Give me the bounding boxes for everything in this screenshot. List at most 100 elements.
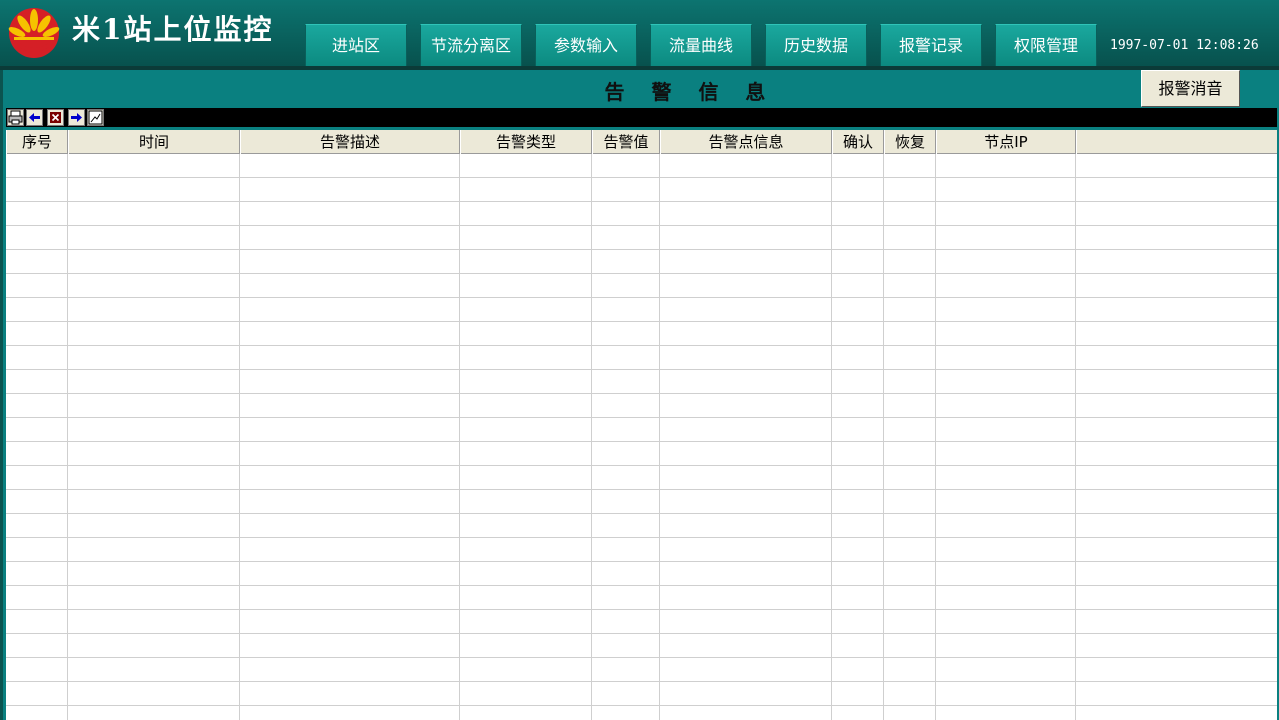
printer-icon[interactable] bbox=[7, 109, 24, 126]
table-row[interactable] bbox=[6, 298, 1277, 322]
column-header-time[interactable]: 时间 bbox=[68, 130, 240, 154]
nav-button-throttle-separation[interactable]: 节流分离区 bbox=[420, 24, 522, 67]
table-cell bbox=[592, 178, 660, 201]
nav-button-permission-management[interactable]: 权限管理 bbox=[995, 24, 1097, 67]
table-cell bbox=[660, 226, 832, 249]
export-icon[interactable] bbox=[87, 109, 104, 126]
table-row[interactable] bbox=[6, 154, 1277, 178]
arrow-left-icon[interactable] bbox=[26, 109, 43, 126]
table-cell bbox=[68, 418, 240, 441]
table-row[interactable] bbox=[6, 370, 1277, 394]
table-cell bbox=[460, 322, 592, 345]
table-cell bbox=[460, 562, 592, 585]
table-cell bbox=[660, 658, 832, 681]
table-row[interactable] bbox=[6, 274, 1277, 298]
table-row[interactable] bbox=[6, 562, 1277, 586]
table-cell bbox=[6, 658, 68, 681]
table-row[interactable] bbox=[6, 514, 1277, 538]
table-cell bbox=[460, 658, 592, 681]
nav-button-inbound[interactable]: 进站区 bbox=[305, 24, 407, 67]
table-cell bbox=[936, 538, 1076, 561]
alarm-table: 序号 时间 告警描述 告警类型 告警值 告警点信息 确认 恢复 节点IP bbox=[6, 130, 1277, 720]
table-row[interactable] bbox=[6, 394, 1277, 418]
table-row[interactable] bbox=[6, 634, 1277, 658]
nav-button-alarm-record[interactable]: 报警记录 bbox=[880, 24, 982, 67]
alarm-toolbar bbox=[6, 108, 1277, 127]
table-cell bbox=[68, 466, 240, 489]
table-row[interactable] bbox=[6, 466, 1277, 490]
table-cell bbox=[884, 538, 936, 561]
table-row[interactable] bbox=[6, 178, 1277, 202]
table-cell bbox=[460, 514, 592, 537]
column-header-description[interactable]: 告警描述 bbox=[240, 130, 460, 154]
table-row[interactable] bbox=[6, 226, 1277, 250]
table-cell bbox=[240, 586, 460, 609]
column-header-value[interactable]: 告警值 bbox=[592, 130, 660, 154]
table-cell bbox=[936, 682, 1076, 705]
table-row[interactable] bbox=[6, 418, 1277, 442]
app-title: 米1站上位监控 bbox=[72, 13, 274, 46]
table-cell bbox=[936, 442, 1076, 465]
table-row[interactable] bbox=[6, 706, 1277, 720]
table-row[interactable] bbox=[6, 586, 1277, 610]
table-row[interactable] bbox=[6, 202, 1277, 226]
table-cell bbox=[660, 154, 832, 177]
table-cell bbox=[936, 250, 1076, 273]
alarm-silence-button[interactable]: 报警消音 bbox=[1141, 70, 1240, 107]
table-cell bbox=[660, 538, 832, 561]
table-cell bbox=[68, 202, 240, 225]
table-cell bbox=[460, 490, 592, 513]
table-cell bbox=[460, 346, 592, 369]
table-row[interactable] bbox=[6, 322, 1277, 346]
column-header-type[interactable]: 告警类型 bbox=[460, 130, 592, 154]
header-divider bbox=[0, 66, 1279, 70]
table-cell bbox=[660, 346, 832, 369]
table-cell bbox=[884, 226, 936, 249]
table-cell bbox=[832, 514, 884, 537]
table-cell bbox=[68, 634, 240, 657]
table-row[interactable] bbox=[6, 490, 1277, 514]
nav-button-parameter-input[interactable]: 参数输入 bbox=[535, 24, 637, 67]
close-icon[interactable] bbox=[47, 109, 64, 126]
table-row[interactable] bbox=[6, 658, 1277, 682]
table-cell bbox=[68, 346, 240, 369]
nav-button-history-data[interactable]: 历史数据 bbox=[765, 24, 867, 67]
table-cell bbox=[936, 490, 1076, 513]
table-cell bbox=[240, 442, 460, 465]
column-header-acknowledge[interactable]: 确认 bbox=[832, 130, 884, 154]
table-cell bbox=[936, 586, 1076, 609]
table-cell bbox=[6, 586, 68, 609]
table-cell bbox=[240, 562, 460, 585]
table-cell bbox=[884, 154, 936, 177]
table-cell bbox=[884, 298, 936, 321]
table-cell bbox=[884, 658, 936, 681]
column-header-node-ip[interactable]: 节点IP bbox=[936, 130, 1076, 154]
table-cell bbox=[884, 442, 936, 465]
table-cell bbox=[68, 490, 240, 513]
table-row[interactable] bbox=[6, 538, 1277, 562]
table-cell bbox=[240, 682, 460, 705]
table-cell bbox=[832, 658, 884, 681]
table-cell bbox=[832, 394, 884, 417]
table-row[interactable] bbox=[6, 610, 1277, 634]
table-cell bbox=[936, 418, 1076, 441]
table-cell bbox=[6, 226, 68, 249]
table-row[interactable] bbox=[6, 346, 1277, 370]
table-cell bbox=[832, 538, 884, 561]
table-row[interactable] bbox=[6, 250, 1277, 274]
table-cell bbox=[660, 682, 832, 705]
nav-button-flow-curve[interactable]: 流量曲线 bbox=[650, 24, 752, 67]
arrow-right-icon[interactable] bbox=[68, 109, 85, 126]
table-cell bbox=[68, 154, 240, 177]
table-cell bbox=[68, 178, 240, 201]
table-cell bbox=[592, 202, 660, 225]
table-row[interactable] bbox=[6, 442, 1277, 466]
table-cell bbox=[832, 226, 884, 249]
column-header-point-info[interactable]: 告警点信息 bbox=[660, 130, 832, 154]
table-cell bbox=[460, 706, 592, 720]
column-header-recover[interactable]: 恢复 bbox=[884, 130, 936, 154]
table-cell bbox=[592, 298, 660, 321]
column-header-index[interactable]: 序号 bbox=[6, 130, 68, 154]
table-row[interactable] bbox=[6, 682, 1277, 706]
table-cell bbox=[884, 370, 936, 393]
